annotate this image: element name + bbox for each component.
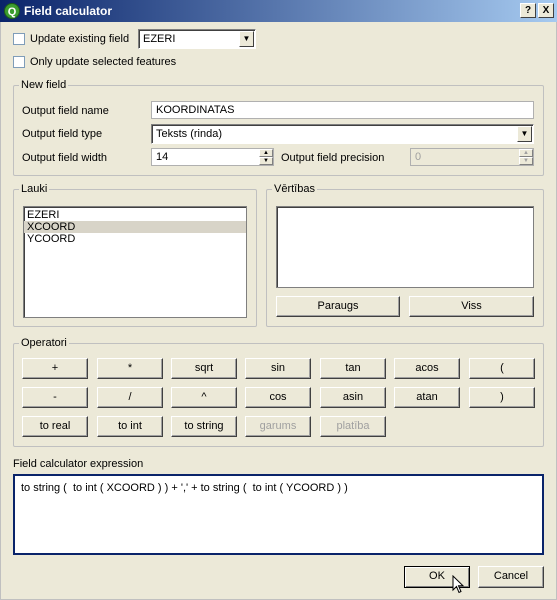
fields-group-title: Lauki: [19, 183, 50, 195]
op-close-paren-button[interactable]: ): [469, 387, 535, 408]
list-item-ycoord[interactable]: YCOORD: [24, 233, 246, 245]
spin-up-icon[interactable]: ▲: [259, 149, 273, 157]
op-multiply-button[interactable]: *: [97, 358, 163, 379]
output-field-name-input[interactable]: KOORDINATAS: [151, 101, 534, 119]
op-acos-button[interactable]: acos: [394, 358, 460, 379]
spin-down-icon: ▼: [519, 157, 533, 165]
op-to-string-button[interactable]: to string: [171, 416, 237, 437]
list-item-xcoord[interactable]: XCOORD: [24, 221, 246, 233]
all-button[interactable]: Viss: [409, 296, 534, 317]
only-selected-checkbox[interactable]: [13, 56, 25, 68]
fields-list[interactable]: EZERI XCOORD YCOORD: [23, 206, 247, 318]
update-existing-label: Update existing field: [30, 33, 130, 45]
values-group-title: Vērtības: [272, 183, 317, 195]
op-to-real-button[interactable]: to real: [22, 416, 88, 437]
output-field-name-label: Output field name: [22, 105, 109, 117]
close-button[interactable]: X: [538, 3, 554, 18]
existing-field-value: EZERI: [143, 33, 176, 45]
op-cos-button[interactable]: cos: [245, 387, 311, 408]
only-selected-label: Only update selected features: [30, 56, 177, 68]
output-field-precision-label: Output field precision: [281, 152, 385, 164]
op-length-button: garums: [245, 416, 311, 437]
op-power-button[interactable]: ^: [171, 387, 237, 408]
op-sqrt-button[interactable]: sqrt: [171, 358, 237, 379]
op-minus-button[interactable]: -: [22, 387, 88, 408]
sample-button[interactable]: Paraugs: [276, 296, 400, 317]
op-to-int-button[interactable]: to int: [97, 416, 163, 437]
window-title: Field calculator: [24, 4, 113, 18]
chevron-down-icon[interactable]: ▼: [239, 31, 254, 47]
spin-down-icon[interactable]: ▼: [259, 157, 273, 165]
output-field-type-label: Output field type: [22, 128, 103, 140]
expression-text: to string ( to int ( XCOORD ) ) + ',' + …: [21, 482, 348, 494]
mouse-pointer-icon: [452, 575, 465, 594]
help-button[interactable]: ?: [520, 3, 536, 18]
op-open-paren-button[interactable]: (: [469, 358, 535, 379]
op-sin-button[interactable]: sin: [245, 358, 311, 379]
op-atan-button[interactable]: atan: [394, 387, 460, 408]
chevron-down-icon[interactable]: ▼: [517, 126, 532, 142]
output-field-precision-spinbox: 0 ▲ ▼: [410, 148, 534, 166]
title-bar: Q Field calculator ? X: [0, 0, 557, 22]
cancel-button[interactable]: Cancel: [478, 566, 544, 588]
list-item-ezeri[interactable]: EZERI: [24, 209, 246, 221]
operators-group-title: Operatori: [19, 337, 69, 349]
existing-field-combo[interactable]: EZERI ▼: [138, 29, 256, 49]
expression-textarea[interactable]: to string ( to int ( XCOORD ) ) + ',' + …: [13, 474, 544, 555]
output-field-type-value: Teksts (rinda): [156, 128, 223, 140]
op-divide-button[interactable]: /: [97, 387, 163, 408]
op-asin-button[interactable]: asin: [320, 387, 386, 408]
op-plus-button[interactable]: +: [22, 358, 88, 379]
output-field-width-spinbox[interactable]: 14 ▲ ▼: [151, 148, 274, 166]
update-existing-checkbox[interactable]: [13, 33, 25, 45]
op-area-button: platība: [320, 416, 386, 437]
output-field-type-combo[interactable]: Teksts (rinda) ▼: [151, 124, 534, 144]
spin-up-icon: ▲: [519, 149, 533, 157]
values-list[interactable]: [276, 206, 534, 288]
op-tan-button[interactable]: tan: [320, 358, 386, 379]
output-field-width-value: 14: [156, 151, 169, 163]
output-field-width-label: Output field width: [22, 152, 107, 164]
output-field-precision-value: 0: [415, 151, 422, 163]
new-field-group-title: New field: [19, 79, 69, 91]
expression-label: Field calculator expression: [13, 458, 144, 470]
qgis-logo-icon: Q: [4, 3, 20, 19]
